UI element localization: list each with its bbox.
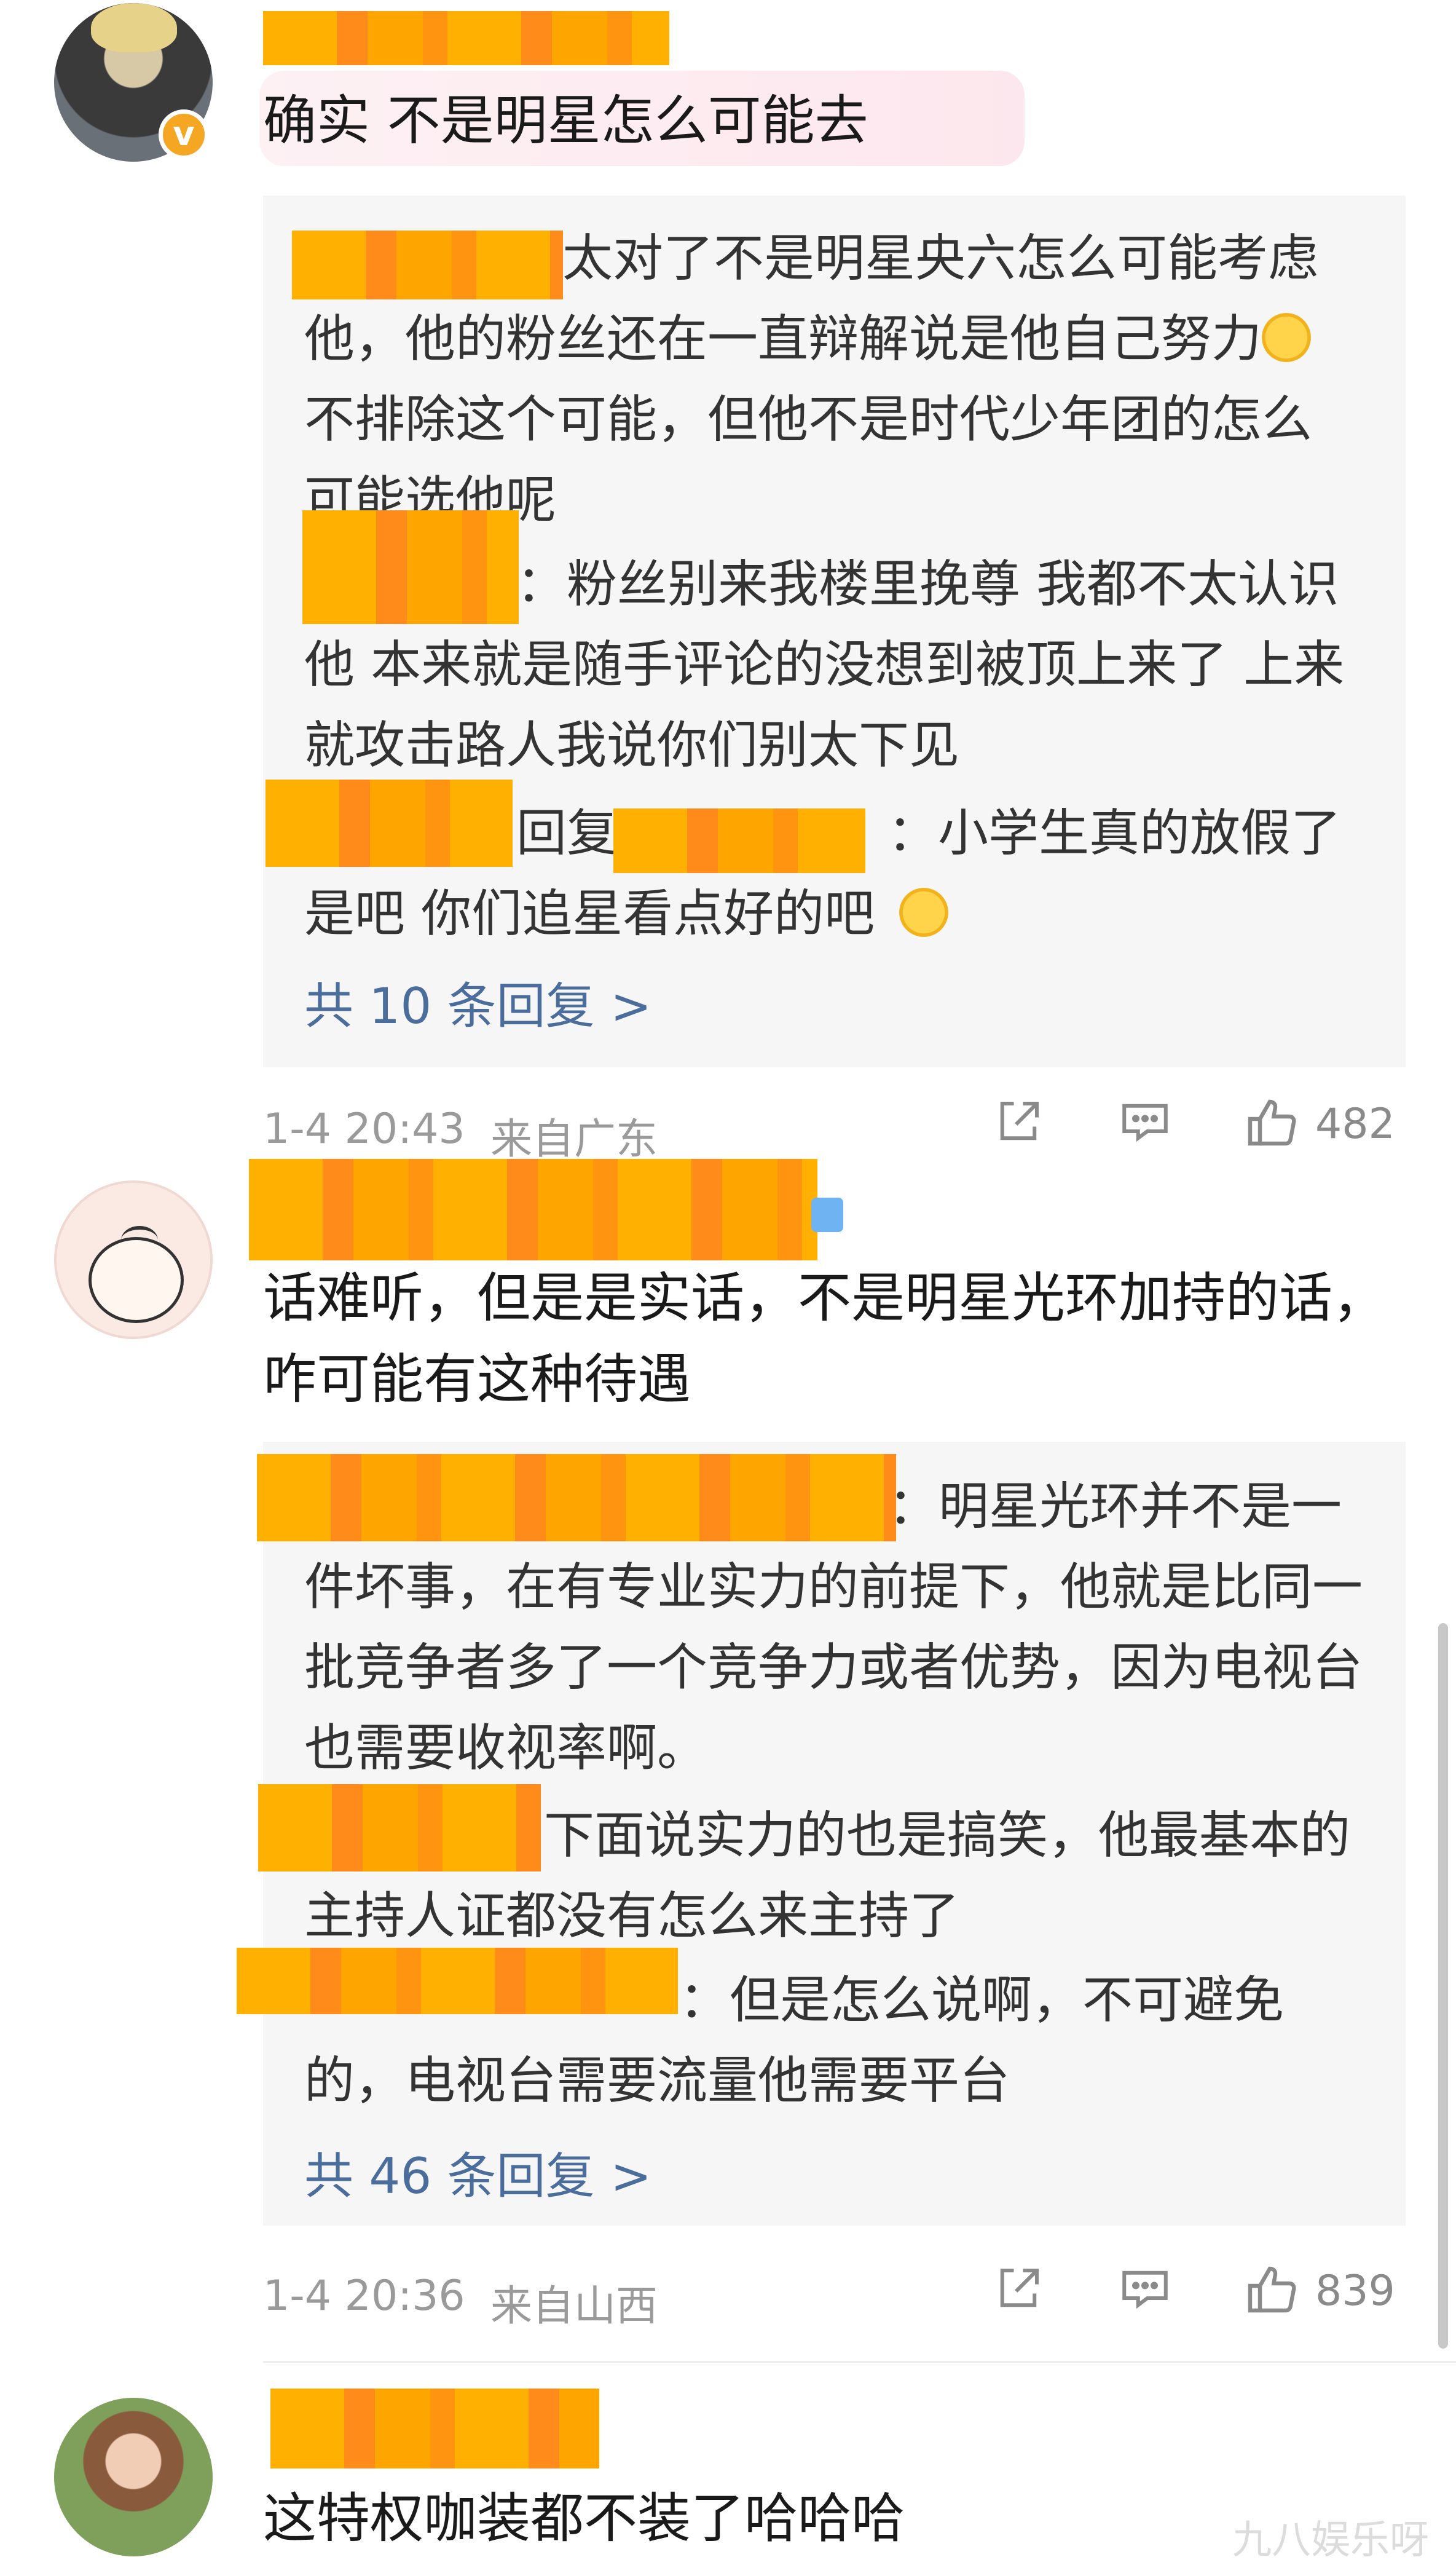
verified-badge-icon: v <box>159 109 209 160</box>
comment-icon <box>1122 1104 1168 1142</box>
reply-text: ：粉丝别来我楼里挽尊 我都不太认识他 本来就是随手评论的没想到被顶上来了 上来就… <box>304 555 1345 775</box>
avatar[interactable] <box>54 1180 213 1339</box>
comment-icon <box>1122 2271 1168 2309</box>
username-redacted[interactable] <box>249 1159 817 1260</box>
scrollbar[interactable] <box>1438 1623 1448 2349</box>
comment-time: 1-4 20:43 <box>263 1105 465 1153</box>
comment-text: 话难听，但是是实话，不是明星光环加持的话，咋可能有这种待遇 <box>263 1267 1386 1410</box>
share-icon <box>1000 1102 1039 1140</box>
comment-location: 来自广东 <box>490 1115 658 1164</box>
avatar[interactable] <box>54 2398 213 2556</box>
laugh-cry-emoji-icon <box>1262 313 1312 362</box>
comment-location: 来自山西 <box>490 2282 658 2331</box>
comment-text: 这特权咖装都不装了哈哈哈 <box>263 2487 905 2550</box>
view-more-replies-link[interactable]: 共 10 条回复 > <box>304 966 651 1038</box>
username-redacted[interactable] <box>263 11 669 65</box>
watermark: 九八娱乐呀 <box>1232 2518 1429 2563</box>
like-button[interactable]: 482 <box>1243 1094 1395 1153</box>
share-icon <box>1000 2269 1039 2307</box>
like-count: 839 <box>1315 2266 1395 2315</box>
divider <box>263 2361 1456 2363</box>
like-thumb-icon <box>1248 1099 1296 1146</box>
level-badge <box>811 1198 843 1232</box>
share-button[interactable] <box>991 1094 1046 1150</box>
like-button[interactable]: 839 <box>1243 2261 1395 2320</box>
comment-time: 1-4 20:36 <box>263 2272 465 2320</box>
laugh-emoji-icon <box>899 888 949 937</box>
reply-text: 太对了不是明星央六怎么可能考虑他，他的粉丝还在一直辩解说是他自己努力不排除这个可… <box>304 229 1319 529</box>
like-thumb-icon <box>1248 2266 1296 2313</box>
like-count: 482 <box>1315 1099 1395 1148</box>
comment-button[interactable] <box>1117 2261 1173 2317</box>
comment-text: 确实 不是明星怎么可能去 <box>263 89 868 152</box>
reply-text: ：明星光环并不是一件坏事，在有专业实力的前提下，他就是比同一批竞争者多了一个竞争… <box>304 1477 1363 1777</box>
reply-text: ：但是怎么说啊，不可避免的，电视台需要流量他需要平台 <box>304 1971 1285 2110</box>
share-button[interactable] <box>991 2261 1046 2317</box>
view-more-replies-link[interactable]: 共 46 条回复 > <box>304 2136 651 2208</box>
reply-text: 下面说实力的也是搞笑，他最基本的主持人证都没有怎么来主持了 <box>304 1806 1351 1945</box>
reply-username-redacted[interactable] <box>613 808 865 873</box>
username-redacted[interactable] <box>270 2389 599 2468</box>
comment-button[interactable] <box>1117 1094 1173 1150</box>
